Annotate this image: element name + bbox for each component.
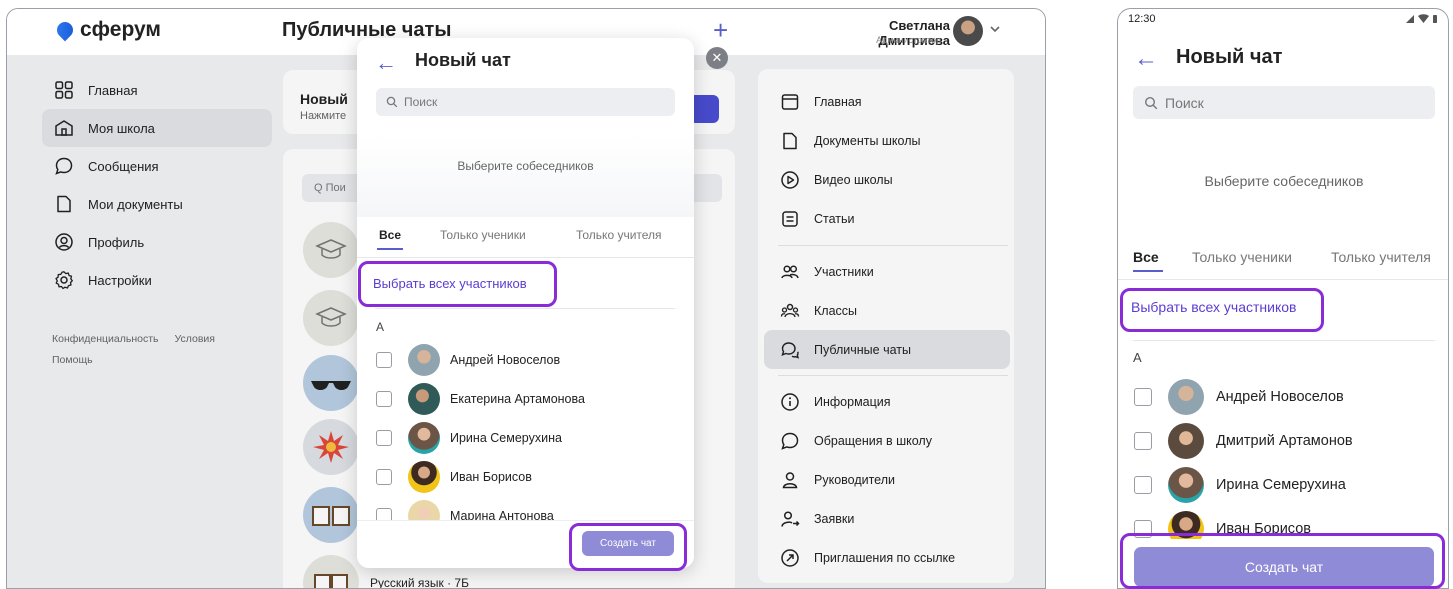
close-icon[interactable]: ✕ <box>706 47 728 69</box>
phone-screen: 12:30 ← Новый чат Поиск Выберите собесед… <box>1117 8 1449 589</box>
search-placeholder: Поиск <box>1165 94 1204 111</box>
filter-tabs: Все Только ученики Только учителя <box>1118 246 1448 280</box>
list-item[interactable]: Ирина Семерухина <box>1134 466 1346 504</box>
checkbox[interactable] <box>376 430 392 446</box>
new-chat-modal: ← Новый чат Поиск Выберите собеседников … <box>357 38 694 568</box>
divider <box>375 308 675 309</box>
avatar <box>408 422 440 454</box>
checkbox[interactable] <box>376 469 392 485</box>
modal-title: Новый чат <box>415 50 511 70</box>
checkbox[interactable] <box>1134 432 1152 450</box>
person-name: Иван Борисов <box>450 470 532 484</box>
highlight-frame <box>1120 533 1445 589</box>
tab-students[interactable]: Только ученики <box>440 228 526 242</box>
checkbox[interactable] <box>376 391 392 407</box>
tab-all[interactable]: Все <box>379 228 401 242</box>
highlight-frame <box>569 523 687 571</box>
logo[interactable]: сферум <box>53 18 161 42</box>
tab-teachers[interactable]: Только учителя <box>1331 249 1431 265</box>
person-name: Дмитрий Артамонов <box>1216 433 1353 449</box>
filter-tabs: Все Только ученики Только учителя <box>357 228 694 258</box>
list-item[interactable]: Андрей Новоселов <box>1134 378 1344 416</box>
person-name: Андрей Новоселов <box>450 353 561 367</box>
search-icon <box>1144 96 1158 109</box>
person-name: Андрей Новоселов <box>1216 389 1344 405</box>
avatar <box>1168 379 1204 415</box>
active-tab-indicator <box>377 248 403 250</box>
divider <box>1133 340 1435 341</box>
search-icon <box>386 96 398 108</box>
add-chat-button[interactable]: + <box>713 17 728 43</box>
user-role: Администратор <box>876 35 941 45</box>
search-input[interactable]: Поиск <box>1133 86 1435 119</box>
status-icons <box>1405 14 1439 24</box>
avatar <box>1168 423 1204 459</box>
avatar <box>408 344 440 376</box>
list-item[interactable]: Екатерина Артамонова <box>376 382 585 416</box>
wifi-icon <box>1418 14 1429 23</box>
list-item[interactable]: Андрей Новоселов <box>376 343 560 377</box>
status-time: 12:30 <box>1128 13 1156 25</box>
tab-students[interactable]: Только ученики <box>1192 249 1292 265</box>
checkbox[interactable] <box>1134 476 1152 494</box>
battery-icon <box>1433 15 1437 23</box>
back-arrow-icon[interactable]: ← <box>1134 45 1158 73</box>
search-placeholder: Поиск <box>404 95 438 109</box>
active-tab-indicator <box>1133 270 1163 272</box>
logo-icon <box>53 18 77 42</box>
highlight-frame <box>1120 288 1324 332</box>
checkbox[interactable] <box>376 352 392 368</box>
list-item[interactable]: Иван Борисов <box>376 460 532 494</box>
list-item[interactable]: Дмитрий Артамонов <box>1134 422 1353 460</box>
avatar <box>408 383 440 415</box>
search-input[interactable]: Поиск <box>376 88 675 116</box>
person-name: Екатерина Артамонова <box>450 392 585 406</box>
avatar <box>1168 467 1204 503</box>
avatar[interactable] <box>953 16 983 46</box>
person-name: Ирина Семерухина <box>450 431 562 445</box>
person-name: Ирина Семерухина <box>1216 477 1346 493</box>
tab-teachers[interactable]: Только учителя <box>576 228 662 242</box>
highlight-frame <box>358 261 557 307</box>
logo-text: сферум <box>80 18 161 41</box>
avatar <box>408 461 440 493</box>
back-arrow-icon[interactable]: ← <box>375 50 397 76</box>
signal-icon <box>1406 15 1414 23</box>
checkbox[interactable] <box>1134 388 1152 406</box>
screen-title: Новый чат <box>1176 46 1283 68</box>
empty-selection-text: Выберите собеседников <box>1204 173 1364 189</box>
section-letter: А <box>376 320 385 334</box>
empty-selection-text: Выберите собеседников <box>457 159 594 173</box>
chevron-down-icon[interactable] <box>990 25 1000 33</box>
tab-all[interactable]: Все <box>1133 249 1159 265</box>
list-item[interactable]: Ирина Семерухина <box>376 421 562 455</box>
selected-area <box>357 134 694 217</box>
section-letter: А <box>1133 350 1142 365</box>
